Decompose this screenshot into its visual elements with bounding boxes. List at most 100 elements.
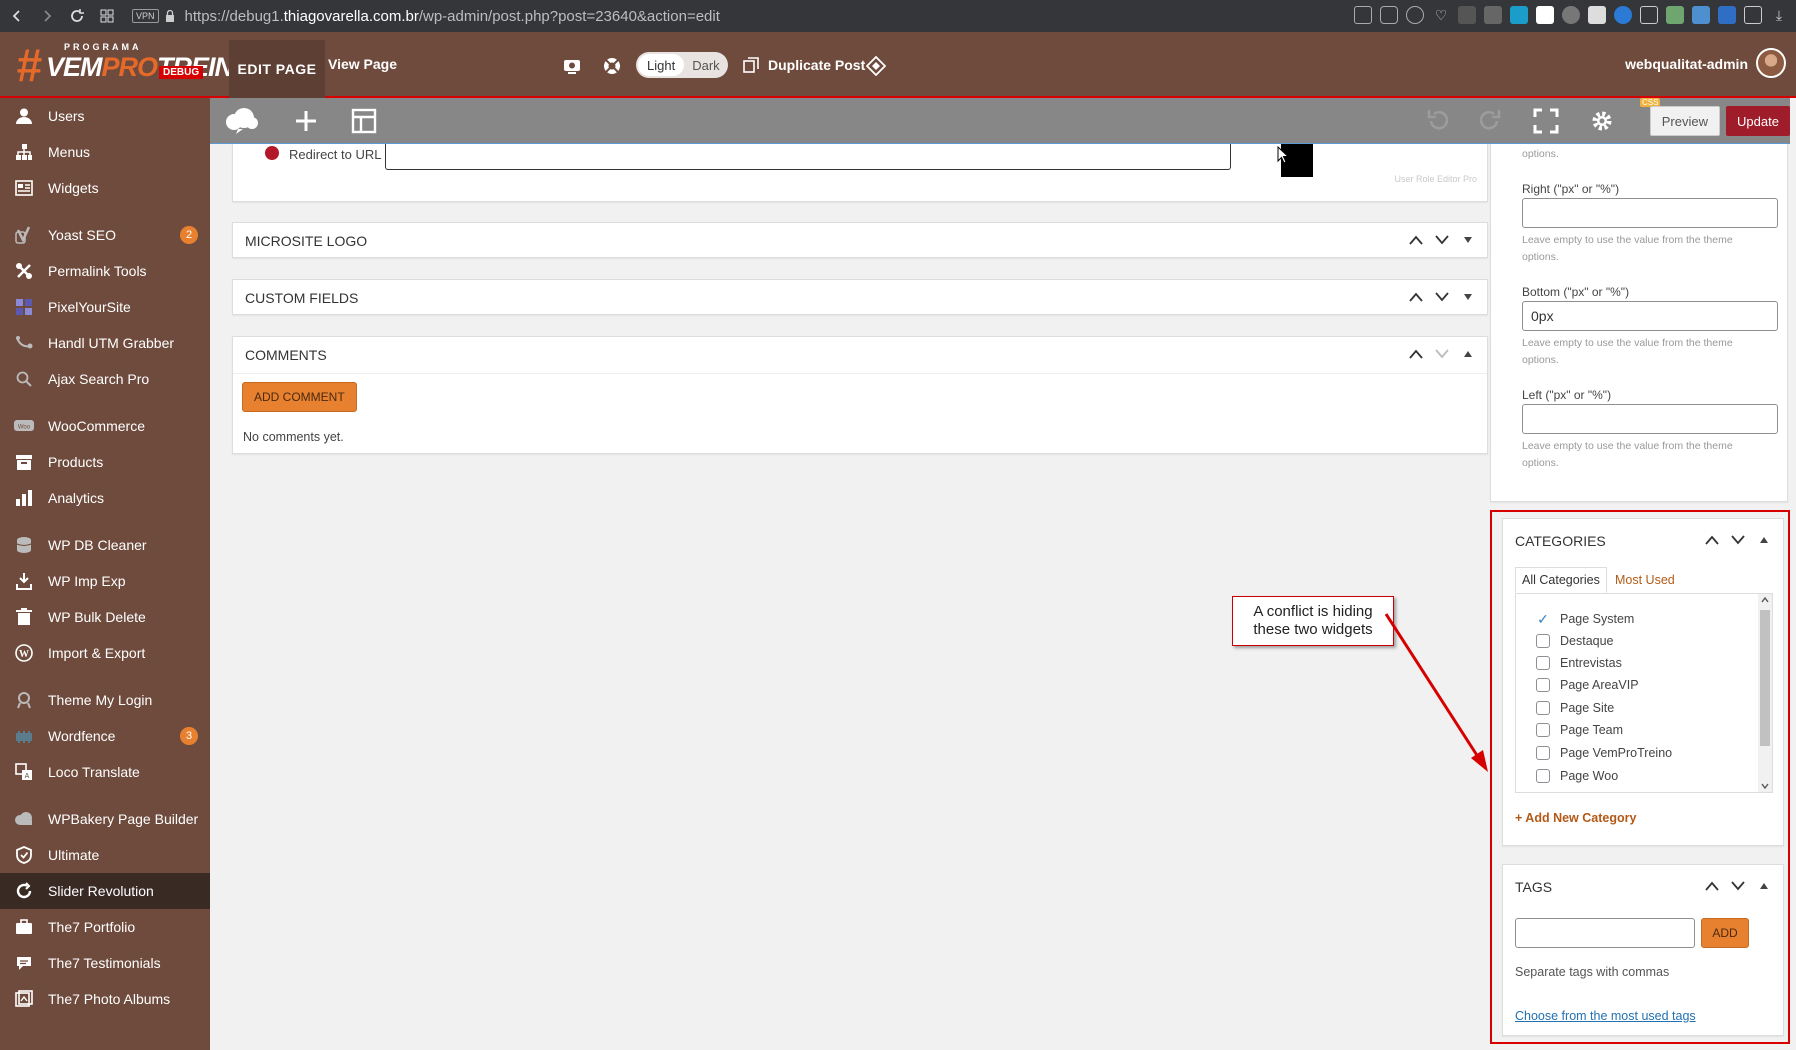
tabs-grid-icon[interactable] (94, 3, 120, 29)
sidebar-item-products[interactable]: Products (0, 444, 210, 480)
sidebar-item-ultimate[interactable]: Ultimate (0, 837, 210, 873)
badge-extension-icon[interactable] (1588, 6, 1606, 24)
vpn-badge[interactable]: VPN (132, 9, 159, 23)
move-up-icon[interactable] (1407, 288, 1425, 306)
sidebar-item-wp-imp-exp[interactable]: WP Imp Exp (0, 563, 210, 599)
sidebar-item-pixelyoursite[interactable]: PixelYourSite (0, 289, 210, 325)
screen-icon[interactable] (562, 56, 582, 76)
move-down-icon[interactable] (1433, 288, 1451, 306)
add-tag-button[interactable]: ADD (1701, 918, 1749, 948)
theme-light-option[interactable]: Light (638, 54, 685, 76)
move-up-icon[interactable] (1407, 231, 1425, 249)
category-item[interactable]: Page Site (1536, 698, 1614, 718)
monitor-extension-icon[interactable] (1692, 6, 1710, 24)
checkbox-checked-icon[interactable]: ✓ (1536, 611, 1550, 627)
category-item[interactable]: Page VemProTreino (1536, 743, 1672, 763)
toggle-caret-down-icon[interactable] (1459, 288, 1477, 306)
forward-icon[interactable] (34, 3, 60, 29)
templates-icon[interactable] (350, 107, 378, 135)
toggle-caret-up-icon[interactable] (1459, 345, 1477, 363)
tab-all-categories[interactable]: All Categories (1515, 567, 1607, 593)
sidebar-item-slider-revolution[interactable]: Slider Revolution (0, 873, 210, 909)
choose-tags-link[interactable]: Choose from the most used tags (1515, 1009, 1696, 1023)
puzzle-extension-icon[interactable] (1666, 6, 1684, 24)
sidebar-item-theme-my-login[interactable]: Theme My Login (0, 682, 210, 718)
move-up-icon[interactable] (1407, 345, 1425, 363)
cloud-icon[interactable] (224, 107, 258, 135)
theme-toggle[interactable]: Light Dark (636, 52, 728, 78)
scroll-down-icon[interactable] (1761, 783, 1769, 789)
address-bar[interactable]: https://debug1.thiagovarella.com.br/wp-a… (185, 8, 720, 25)
move-up-icon[interactable] (1703, 877, 1721, 895)
checkbox[interactable] (1536, 656, 1550, 670)
sidebar-item-widgets[interactable]: Widgets (0, 170, 210, 206)
move-up-icon[interactable] (1703, 531, 1721, 549)
circle-extension-icon[interactable] (1614, 6, 1632, 24)
scroll-thumb[interactable] (1760, 610, 1770, 746)
toggle-caret-down-icon[interactable] (1459, 231, 1477, 249)
sidebar-item-permalink-tools[interactable]: Permalink Tools (0, 253, 210, 289)
move-down-icon[interactable] (1729, 877, 1747, 895)
site-logo[interactable]: # PROGRAMA VEMPROTREINO DEBUG (14, 38, 254, 92)
reload-icon[interactable] (64, 3, 90, 29)
sidebar-item-ajax-search-pro[interactable]: Ajax Search Pro (0, 361, 210, 397)
checkbox[interactable] (1536, 723, 1550, 737)
move-down-icon[interactable] (1729, 531, 1747, 549)
gallery-extension-icon[interactable] (1484, 6, 1502, 24)
preview-button[interactable]: Preview (1649, 106, 1720, 136)
tab-most-used[interactable]: Most Used (1609, 567, 1681, 593)
admin-username[interactable]: webqualitat-admin (1625, 56, 1748, 72)
view-page-link[interactable]: View Page (328, 56, 397, 72)
category-item[interactable]: Entrevistas (1536, 653, 1622, 673)
microsite-logo-panel[interactable]: MICROSITE LOGO (232, 222, 1488, 258)
share-icon[interactable] (1354, 6, 1372, 24)
sidebar-item-import-export[interactable]: W Import & Export (0, 635, 210, 671)
sidebar-item-users[interactable]: Users (0, 98, 210, 134)
category-item[interactable]: ✓ Page System (1536, 609, 1634, 629)
category-item[interactable]: Page Woo (1536, 766, 1618, 786)
block-icon[interactable] (1406, 6, 1424, 24)
crop-extension-icon[interactable] (1640, 6, 1658, 24)
redirect-radio-icon[interactable] (265, 146, 279, 160)
sidebar-item-woocommerce[interactable]: Woo WooCommerce (0, 408, 210, 444)
checkbox[interactable] (1536, 746, 1550, 760)
checkbox[interactable] (1536, 678, 1550, 692)
lifebuoy-icon[interactable] (602, 56, 622, 76)
s-extension-icon[interactable] (1536, 6, 1554, 24)
tag-input[interactable] (1515, 918, 1695, 948)
sidebar-item-handl-utm-grabber[interactable]: Handl UTM Grabber (0, 325, 210, 361)
back-icon[interactable] (4, 3, 30, 29)
bottom-offset-input[interactable]: 0px (1522, 301, 1778, 331)
sidebar-item-yoast-seo[interactable]: Yoast SEO 2 (0, 217, 210, 253)
counter-extension-icon[interactable] (1718, 6, 1736, 24)
custom-fields-panel[interactable]: CUSTOM FIELDS (232, 279, 1488, 315)
redirect-url-input[interactable] (385, 144, 1231, 170)
camera-icon[interactable] (1380, 6, 1398, 24)
sidebar-item-analytics[interactable]: Analytics (0, 480, 210, 516)
category-item[interactable]: Page Team (1536, 720, 1623, 740)
move-down-icon[interactable] (1433, 231, 1451, 249)
update-button[interactable]: Update (1726, 106, 1790, 136)
toggle-caret-up-icon[interactable] (1755, 531, 1773, 549)
sidebar-item-wp-bulk-delete[interactable]: WP Bulk Delete (0, 599, 210, 635)
right-offset-input[interactable] (1522, 198, 1778, 228)
sidebar-item-wpbakery-page-builder[interactable]: WPBakery Page Builder (0, 801, 210, 837)
recycle-extension-icon[interactable] (1562, 6, 1580, 24)
sidebar-item-wp-db-cleaner[interactable]: WP DB Cleaner (0, 527, 210, 563)
diamond-icon[interactable] (866, 56, 886, 76)
sidebar-item-wordfence[interactable]: Wordfence 3 (0, 718, 210, 754)
sidebar-item-the7-portfolio[interactable]: The7 Portfolio (0, 909, 210, 945)
checkbox[interactable] (1536, 769, 1550, 783)
add-comment-button[interactable]: ADD COMMENT (242, 382, 357, 412)
add-element-icon[interactable] (292, 107, 320, 135)
category-item[interactable]: Page AreaVIP (1536, 675, 1639, 695)
undo-icon[interactable] (1424, 107, 1452, 135)
heart-icon[interactable]: ♡ (1432, 6, 1450, 24)
scroll-up-icon[interactable] (1761, 597, 1769, 603)
save-extension-icon[interactable] (1510, 6, 1528, 24)
download-icon[interactable]: ⤓ (1770, 6, 1788, 24)
add-new-category-link[interactable]: + Add New Category (1515, 811, 1636, 825)
sidebar-item-the7-photo-albums[interactable]: The7 Photo Albums (0, 981, 210, 1017)
cube-extension-icon[interactable] (1744, 6, 1762, 24)
sidebar-item-menus[interactable]: Menus (0, 134, 210, 170)
